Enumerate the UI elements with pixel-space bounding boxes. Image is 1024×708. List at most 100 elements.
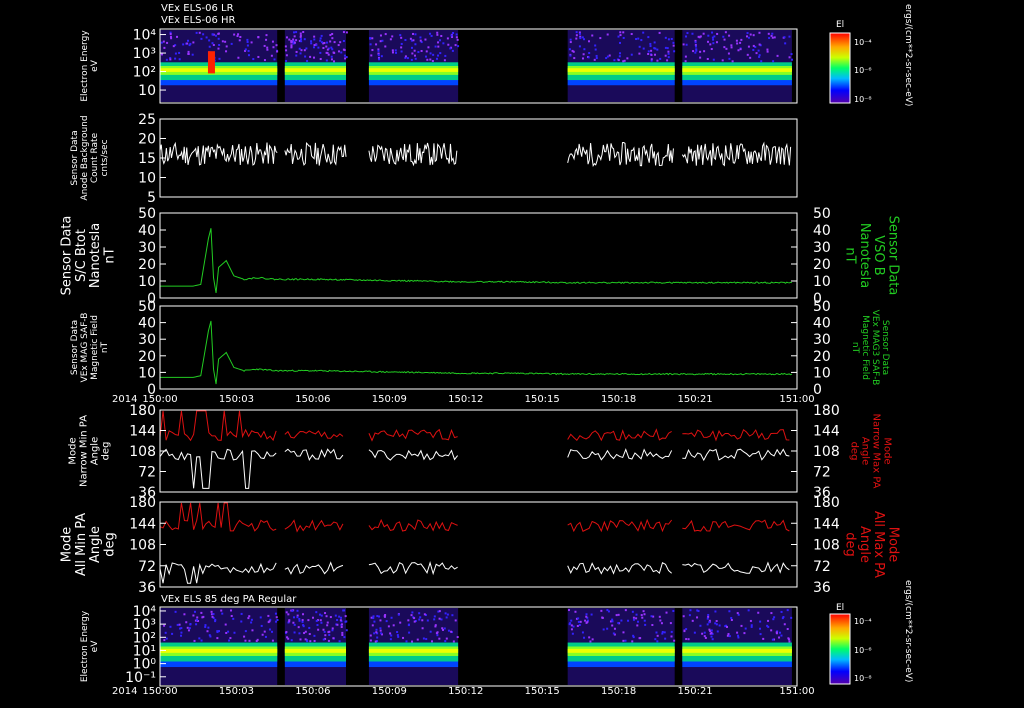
spec-0-dot-3-10	[575, 37, 578, 40]
spec-0-dot-0-6	[225, 45, 228, 48]
spec-6-dot-2-3	[405, 640, 408, 643]
panel-3-ylabel-left: Sensor DataVEx MAG SAF-BMagnetic FieldnT	[70, 313, 110, 383]
panel-bmag-vso: 50 5040 4030 3020 2010 100 0Sensor DataS/C Bto…	[60, 206, 901, 307]
spec-6-dot-0-55	[212, 613, 215, 616]
spec-0-dot-3-40	[583, 38, 586, 41]
spec-6-dot-3-62	[568, 623, 571, 626]
spec-0-dot-0-33	[214, 34, 217, 37]
spec-0-dot-4-53	[730, 44, 733, 47]
panel-0-ytick-1: 10³	[133, 46, 156, 62]
spec-6-dot-0-49	[193, 610, 196, 613]
spec-0-dot-1-37	[325, 41, 328, 44]
spec-0-dot-4-62	[768, 37, 771, 40]
spec-6-dot-1-16	[326, 624, 329, 627]
xaxis2-tick-2: 150:06	[295, 686, 330, 697]
spec-6-dot-2-38	[408, 631, 411, 634]
panel-all-pa: 180 180 144 144 108 108 72 72 36 36 ModeAll Min PA…	[60, 495, 901, 596]
spec-6-dot-0-66	[185, 621, 188, 624]
spec-6-dot-0-27	[250, 618, 253, 621]
colorbar-bottom-title: El	[836, 603, 844, 613]
spec-6-dot-1-8	[308, 633, 311, 636]
spec-0-dot-0-45	[172, 45, 175, 48]
spec-0-dot-1-80	[331, 37, 334, 40]
spec-6-dot-4-43	[685, 628, 688, 631]
spec-0-dot-0-26	[247, 49, 250, 52]
spec-0-dot-4-10	[686, 32, 689, 35]
spec-6-dot-1-26	[304, 638, 307, 641]
spec-6-dot-1-35	[292, 616, 295, 619]
spec-0-dot-1-54	[295, 54, 298, 57]
spec-6-dot-0-23	[196, 616, 199, 619]
spec-0-dot-1-18	[284, 45, 287, 48]
spec-6-dot-2-51	[379, 619, 382, 622]
spec-0-dot-3-2	[618, 55, 621, 58]
spec-0-dot-3-70	[581, 36, 584, 39]
spec-6-dot-3-0	[636, 624, 639, 627]
spec-0-dot-4-60	[697, 35, 700, 38]
spec-6-dot-1-75	[286, 636, 289, 639]
spec-6-dot-3-88	[654, 638, 657, 641]
spec-6-dot-4-66	[685, 638, 688, 641]
spec-6-dot-4-59	[771, 638, 774, 641]
spec-6-dot-1-12	[345, 629, 348, 632]
spec-0-dot-0-55	[218, 57, 221, 60]
spec-0-dot-2-44	[381, 39, 384, 42]
spec-6-dot-2-80	[438, 617, 441, 620]
spec-0-dot-2-80	[426, 58, 429, 61]
spec-0-dot-4-79	[692, 50, 695, 53]
spec-0-dot-0-71	[266, 48, 269, 51]
spec-0-dot-4-36	[721, 59, 724, 62]
spec-0-dot-0-9	[182, 43, 185, 46]
spec-0-dot-4-31	[715, 41, 718, 44]
pa-series-5-0-segment-3	[567, 518, 673, 533]
spec-0-dot-1-13	[322, 46, 325, 49]
spec-6-dot-2-74	[418, 618, 421, 621]
spec-6-dot-1-82	[338, 615, 341, 618]
pa-series-4-1-segment-2	[368, 449, 458, 461]
spec-0-dot-1-43	[329, 34, 332, 37]
panel-1-ytick-3: 10	[138, 171, 156, 187]
spec-6-dot-2-53	[389, 632, 392, 635]
panel-els-spectrogram: 10⁴ 10³ 10² 10 Electron EnergyeV	[80, 28, 798, 104]
spec-6-dot-1-70	[298, 632, 301, 635]
spec-0-dot-2-56	[455, 36, 458, 39]
spec-0-dot-1-84	[326, 48, 329, 51]
spec-0-dot-3-86	[673, 50, 676, 53]
spec-6-dot-0-28	[169, 625, 172, 628]
pa-series-4-0-segment-0	[159, 410, 277, 442]
spec-0-dot-2-77	[369, 43, 372, 46]
spec-0-dot-0-80	[174, 52, 177, 55]
spec-0-dot-0-53	[266, 46, 269, 49]
spec-0-dot-3-35	[640, 39, 643, 42]
spec-0-dot-3-11	[622, 31, 625, 34]
spec-0-dot-4-82	[760, 60, 763, 63]
spec-0-dot-1-40	[313, 56, 316, 59]
spec-0-dot-1-74	[344, 57, 347, 60]
spec-0-dot-2-36	[414, 43, 417, 46]
spec-0-dot-1-48	[285, 54, 288, 57]
pa-series-5-1-segment-1	[284, 561, 344, 575]
spec-6-dot-3-75	[586, 621, 589, 624]
spec-0-dot-3-12	[642, 31, 645, 34]
spec-0-dot-0-57	[208, 45, 211, 48]
spec-6-dot-3-41	[591, 638, 594, 641]
spec-6-dot-4-32	[759, 627, 762, 630]
spec-6-dot-0-57	[268, 620, 271, 623]
spec-6-dot-4-13	[744, 627, 747, 630]
spec-6-dot-4-69	[782, 616, 785, 619]
spec-0-dot-4-27	[706, 57, 709, 60]
spec-6-dot-3-83	[650, 615, 653, 618]
spec-6-dot-3-8	[670, 630, 673, 633]
spec-0-band-yellow-2	[368, 68, 459, 72]
spec-6-dot-3-67	[660, 622, 663, 625]
spec-0-dot-1-59	[300, 38, 303, 41]
spec-6-dot-4-20	[773, 616, 776, 619]
spec-0-dot-2-16	[439, 39, 442, 42]
spec-0-dot-4-34	[711, 31, 714, 34]
spec-6-dot-4-58	[706, 623, 709, 626]
spec-6-dot-0-0	[178, 623, 181, 626]
spec-0-dot-3-45	[608, 54, 611, 57]
spec-6-dot-0-44	[171, 632, 174, 635]
spec-6-dot-3-28	[574, 610, 577, 613]
spec-0-dot-2-25	[449, 47, 452, 50]
